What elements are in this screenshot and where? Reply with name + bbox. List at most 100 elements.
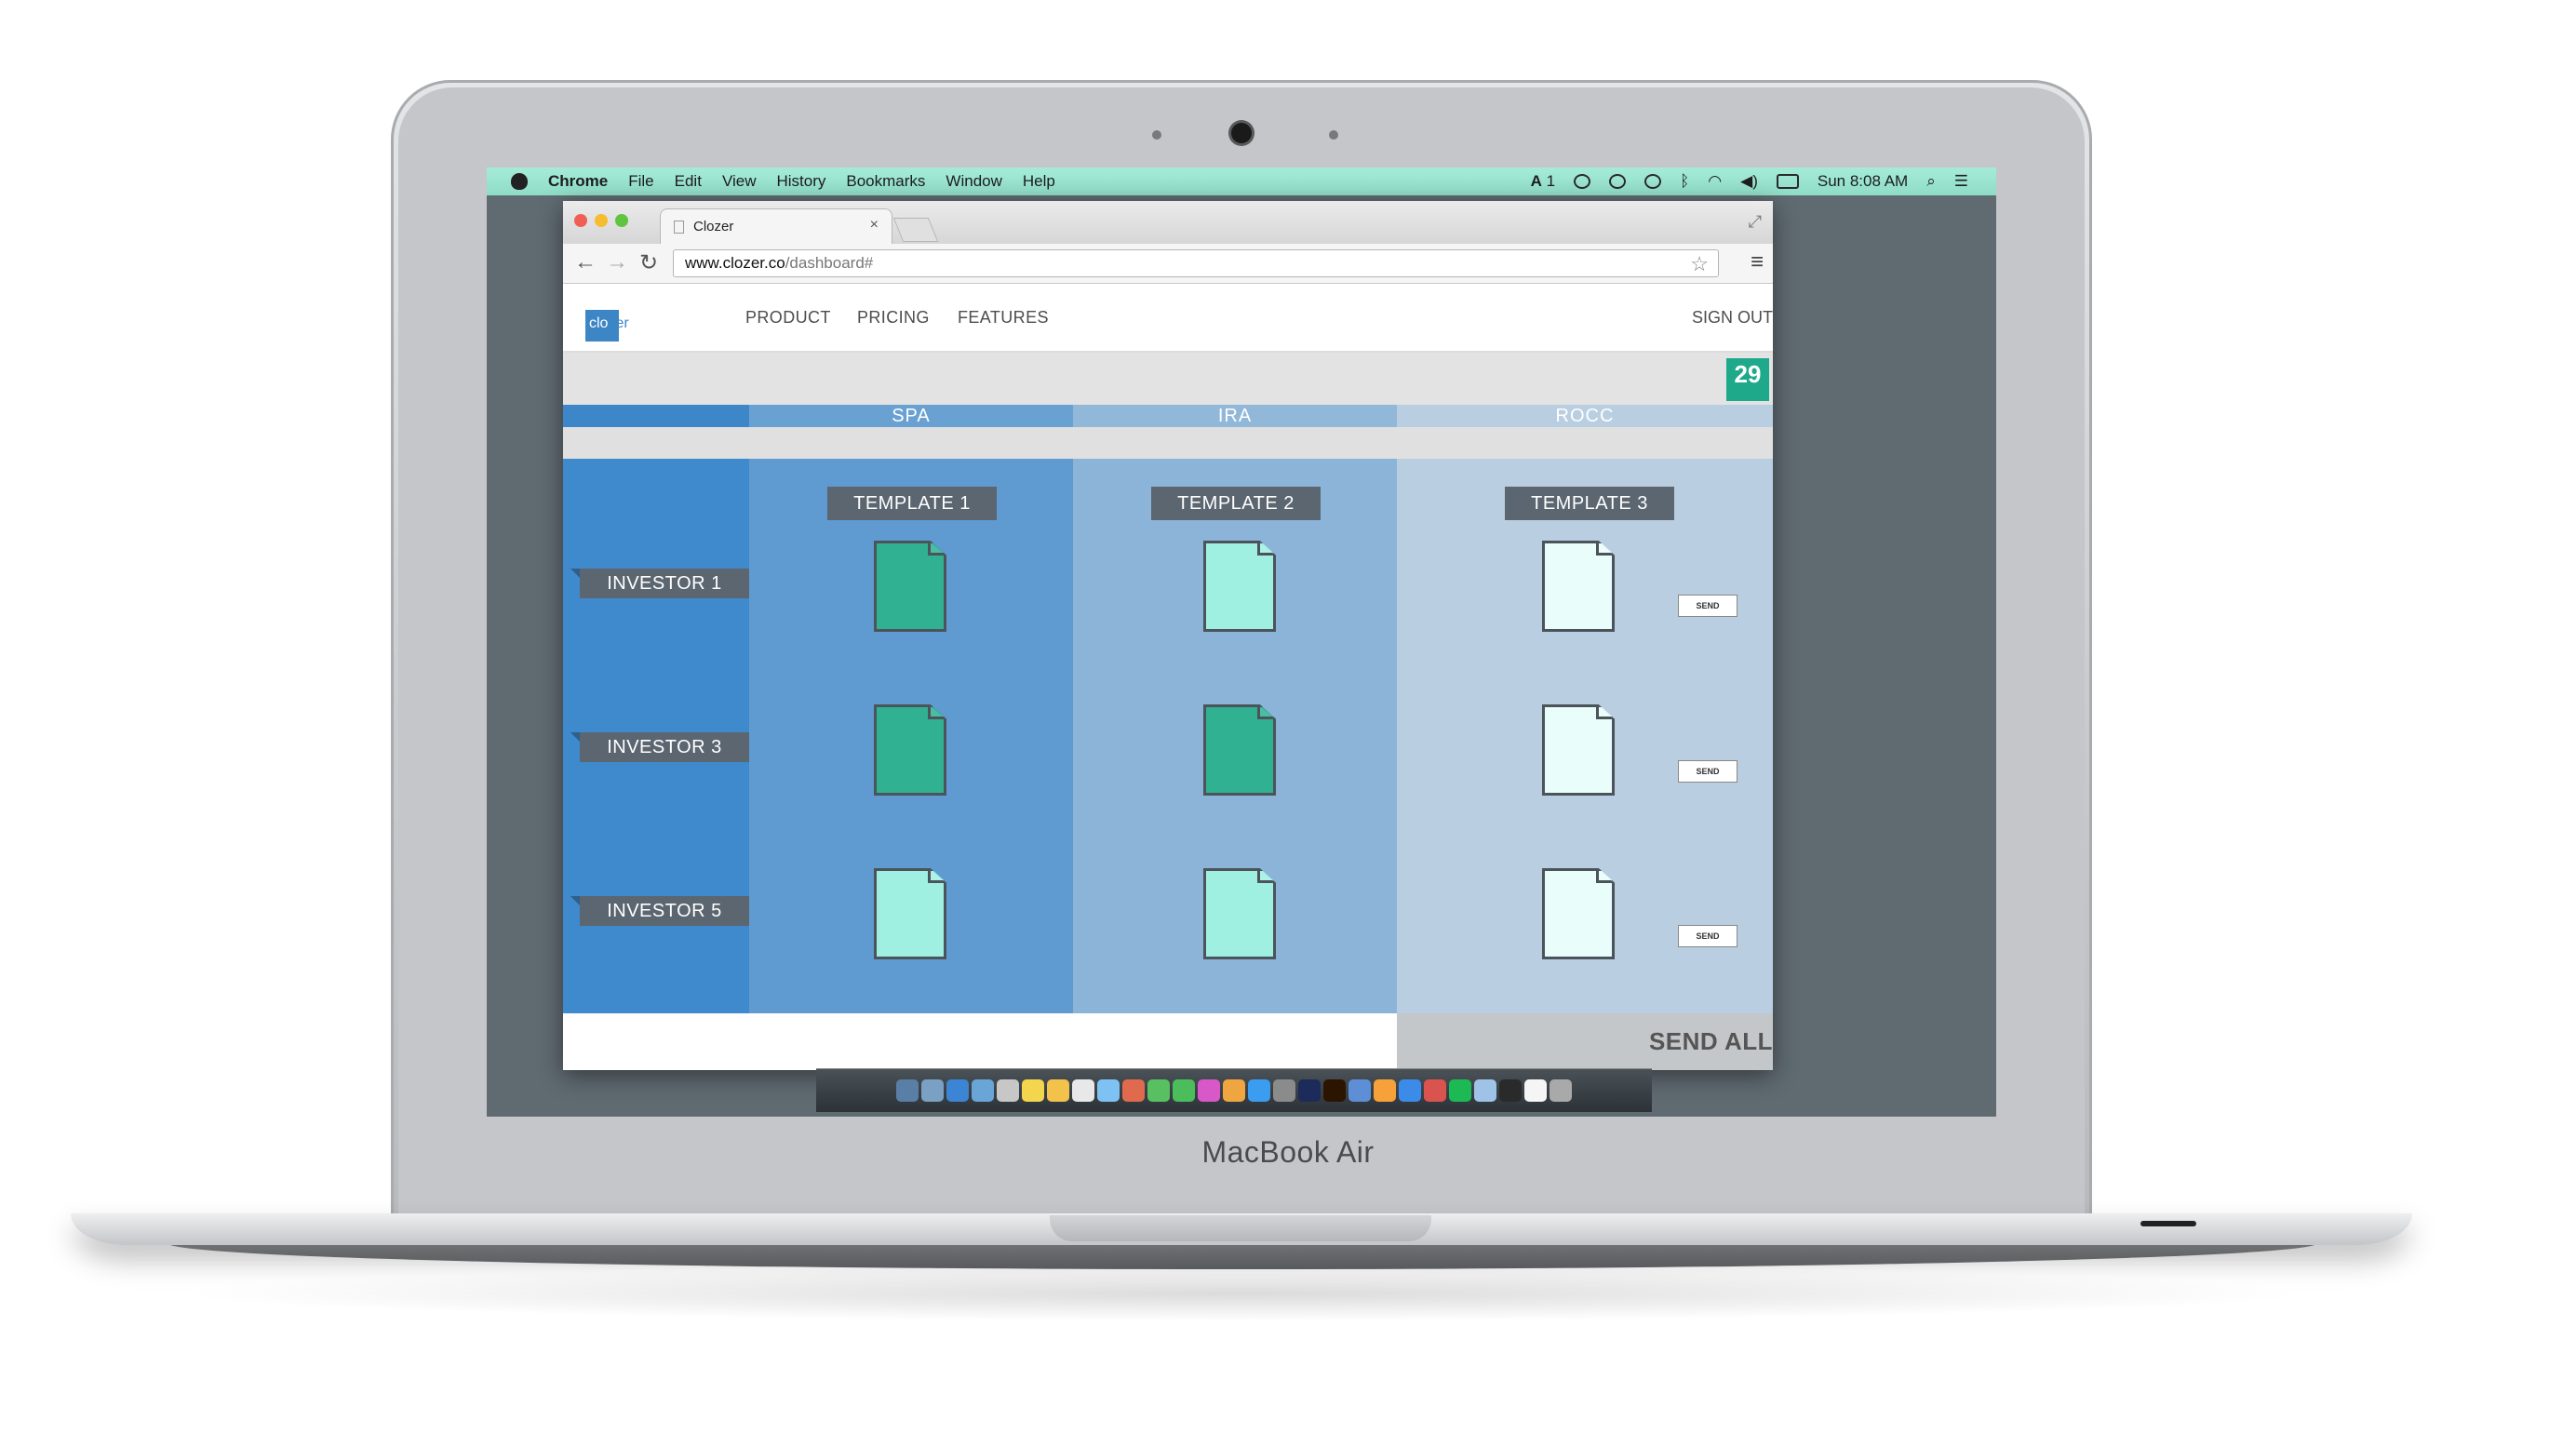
creative-cloud-icon[interactable] <box>1609 174 1627 189</box>
screen: Chrome File Edit View History Bookmarks … <box>487 167 1996 1117</box>
column-header-blank <box>563 405 749 427</box>
nav-pricing[interactable]: PRICING <box>857 308 930 328</box>
illustrator-icon[interactable] <box>1323 1079 1346 1102</box>
send-all-button[interactable]: SEND ALL <box>1397 1013 1773 1070</box>
investor-3-label[interactable]: INVESTOR 3 <box>580 732 749 762</box>
template-3-label[interactable]: TEMPLATE 3 <box>1505 487 1674 520</box>
forward-arrow-icon[interactable]: → <box>606 249 628 275</box>
laptop-shadow <box>168 1266 2317 1321</box>
ribbon-fold <box>570 732 580 742</box>
send-button[interactable]: SEND <box>1678 760 1737 783</box>
zoom-window-icon[interactable] <box>615 214 628 227</box>
adobe-status[interactable]: A 1 <box>1531 172 1555 191</box>
menu-app-chrome[interactable]: Chrome <box>548 172 608 191</box>
wifi-icon[interactable]: ◠ <box>1708 172 1722 191</box>
time-machine-icon[interactable] <box>1644 174 1662 189</box>
close-tab-icon[interactable]: × <box>870 217 879 234</box>
spotify-icon[interactable] <box>1449 1079 1471 1102</box>
messages-icon[interactable] <box>1147 1079 1170 1102</box>
logo-text-tail: zer <box>608 315 629 331</box>
xcode-icon[interactable] <box>1348 1079 1371 1102</box>
camera-icon <box>1231 123 1252 143</box>
sign-out-link[interactable]: SIGN OUT <box>1692 308 1773 328</box>
notes-icon[interactable] <box>1047 1079 1069 1102</box>
fullscreen-icon[interactable]: ⤢ <box>1749 212 1762 232</box>
address-bar[interactable]: www.clozer.co/dashboard# ☆ <box>673 249 1719 346</box>
send-button[interactable]: SEND <box>1678 925 1737 947</box>
trash-icon[interactable] <box>1550 1079 1572 1102</box>
apple-icon[interactable] <box>511 173 528 190</box>
maps-icon[interactable] <box>1097 1079 1120 1102</box>
preferences-icon[interactable] <box>1273 1079 1295 1102</box>
launchpad-icon[interactable] <box>921 1079 944 1102</box>
url-path: /dashboard# <box>785 254 874 272</box>
sensor-dot-left <box>1152 130 1161 140</box>
calendar-date-badge[interactable]: 29 <box>1726 358 1769 401</box>
column-header-rocc[interactable]: ROCC <box>1397 405 1773 427</box>
safari-icon[interactable] <box>946 1079 969 1102</box>
menu-view[interactable]: View <box>722 172 757 191</box>
logo-text-main: clo <box>589 315 609 331</box>
url-host: www.clozer.co <box>685 254 785 272</box>
column-header-spa[interactable]: SPA <box>749 405 1073 427</box>
menu-file[interactable]: File <box>628 172 653 191</box>
back-arrow-icon[interactable]: ← <box>574 249 597 275</box>
chrome-icon[interactable] <box>1424 1079 1446 1102</box>
pages-icon[interactable] <box>1374 1079 1396 1102</box>
reload-icon[interactable]: ↻ <box>639 249 658 276</box>
contacts-icon[interactable] <box>997 1079 1019 1102</box>
chrome-menu-icon[interactable]: ≡ <box>1751 249 1764 275</box>
send-button[interactable]: SEND <box>1678 595 1737 617</box>
spotlight-search-icon[interactable]: ⌕ <box>1926 172 1936 191</box>
indicator-light <box>2140 1221 2196 1226</box>
appstore-icon[interactable] <box>1248 1079 1270 1102</box>
facetime-icon[interactable] <box>1173 1079 1195 1102</box>
volume-icon[interactable]: ◀) <box>1740 172 1758 191</box>
sensor-dot-right <box>1329 130 1338 140</box>
battery-icon[interactable] <box>1776 174 1799 189</box>
ibooks-icon[interactable] <box>1223 1079 1245 1102</box>
chrome-window: Clozer × ⤢ ← → ↻ www.clozer.co/dashboard… <box>563 201 1773 1070</box>
menu-history[interactable]: History <box>776 172 825 191</box>
investor-5-label[interactable]: INVESTOR 5 <box>580 896 749 926</box>
notification-center-icon[interactable]: ☰ <box>1954 172 1968 191</box>
clock[interactable]: Sun 8:08 AM <box>1818 172 1908 191</box>
keynote-icon[interactable] <box>1399 1079 1421 1102</box>
mail-icon[interactable] <box>972 1079 994 1102</box>
reminders-icon[interactable] <box>1072 1079 1094 1102</box>
itunes-icon[interactable] <box>1198 1079 1220 1102</box>
finder-icon[interactable] <box>896 1079 919 1102</box>
menu-window[interactable]: Window <box>946 172 1001 191</box>
calendar-icon[interactable] <box>1022 1079 1044 1102</box>
clozer-logo-text[interactable]: clozer <box>589 315 629 332</box>
toolbar-strip <box>563 353 1773 405</box>
laptop-base <box>168 1243 2317 1269</box>
bluetooth-icon[interactable]: ᛒ <box>1680 172 1689 191</box>
nav-product[interactable]: PRODUCT <box>745 308 831 328</box>
photos-icon[interactable] <box>1122 1079 1145 1102</box>
site-header: clozer PRODUCT PRICING FEATURES SIGN OUT <box>563 284 1773 353</box>
minimize-window-icon[interactable] <box>595 214 608 227</box>
nav-features[interactable]: FEATURES <box>958 308 1049 328</box>
template-2-label[interactable]: TEMPLATE 2 <box>1151 487 1321 520</box>
investor-1-label[interactable]: INVESTOR 1 <box>580 569 749 598</box>
column-header-ira[interactable]: IRA <box>1073 405 1397 427</box>
textedit-icon[interactable] <box>1524 1079 1547 1102</box>
bookmark-star-icon[interactable]: ☆ <box>1690 252 1709 276</box>
lid-notch <box>1050 1215 1431 1241</box>
menu-help[interactable]: Help <box>1023 172 1055 191</box>
mac-dock <box>816 1068 1652 1112</box>
new-tab-button[interactable] <box>892 218 939 242</box>
ribbon-fold <box>570 569 580 578</box>
terminal-icon[interactable] <box>1499 1079 1522 1102</box>
menu-edit[interactable]: Edit <box>675 172 702 191</box>
close-window-icon[interactable] <box>574 214 587 227</box>
menu-bookmarks[interactable]: Bookmarks <box>846 172 925 191</box>
template-1-label[interactable]: TEMPLATE 1 <box>827 487 997 520</box>
browser-tab[interactable]: Clozer × <box>660 208 892 244</box>
notification-icon[interactable] <box>1574 174 1591 189</box>
filter-strip <box>563 427 1773 459</box>
tab-title: Clozer <box>693 219 734 234</box>
preview-icon[interactable] <box>1474 1079 1496 1102</box>
photoshop-icon[interactable] <box>1298 1079 1321 1102</box>
